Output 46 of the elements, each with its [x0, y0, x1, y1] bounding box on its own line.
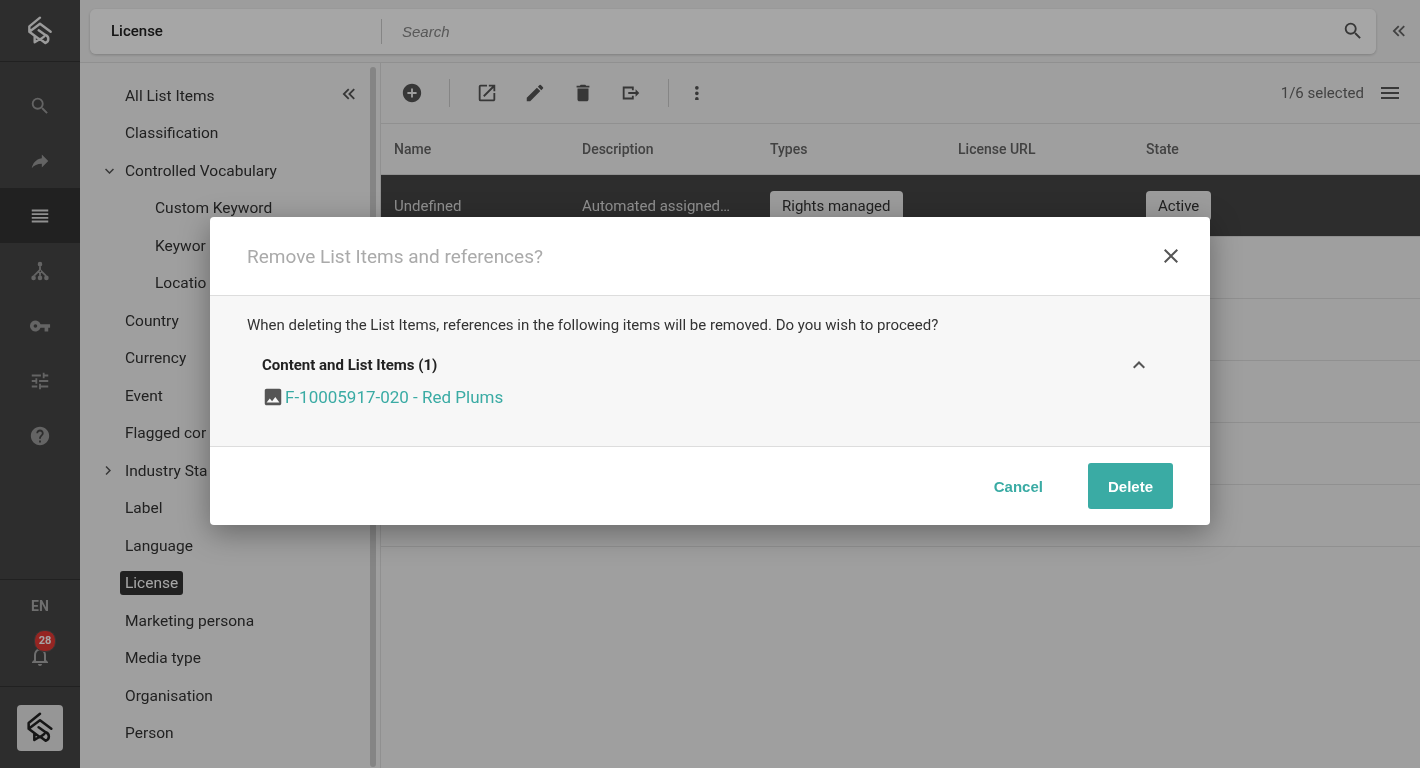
sidebar-item[interactable]: Person: [120, 721, 179, 746]
column-header[interactable]: Name: [394, 141, 582, 157]
edit-icon: [524, 82, 546, 104]
help-icon: [29, 424, 51, 447]
sidebar-item[interactable]: Flagged cor: [120, 421, 212, 446]
page-title: License: [90, 8, 381, 54]
rail-button[interactable]: [0, 188, 80, 243]
sidebar-item[interactable]: Custom Keyword: [150, 196, 278, 221]
sidebar-item[interactable]: Label: [120, 496, 168, 521]
dialog-message: When deleting the List Items, references in the following items will be removed. Do you wish to proceed?: [247, 316, 940, 334]
column-header[interactable]: Types: [770, 141, 958, 157]
section-title: Content and List Items (1): [262, 356, 439, 374]
sidebar-item[interactable]: Media type: [120, 646, 206, 671]
column-header[interactable]: License URL: [958, 141, 1146, 157]
dialog-title: Remove List Items and references?: [247, 244, 544, 268]
more-icon: [695, 85, 699, 101]
sidebar-item[interactable]: Classification: [120, 121, 224, 146]
sidebar-item[interactable]: Language: [120, 533, 198, 558]
table-cell-text: Automated assigned…: [582, 196, 732, 215]
sidebar-item[interactable]: Keywor: [150, 233, 211, 258]
add-icon: [401, 82, 423, 104]
table-cell-text: Undefined: [394, 196, 463, 215]
sidebar-item[interactable]: Marketing persona: [120, 608, 260, 633]
chevron-up-icon: [1133, 360, 1145, 370]
sidebar-item[interactable]: Industry Sta: [120, 458, 213, 483]
state-tag: Active: [1146, 190, 1212, 221]
column-header[interactable]: State: [1146, 141, 1420, 157]
image-icon: [262, 386, 284, 408]
sidebar-item[interactable]: License: [120, 571, 184, 596]
selection-count: 1/6 selected: [1280, 84, 1364, 102]
sidebar-item[interactable]: Locatio: [150, 271, 212, 296]
hierarchy-icon: [29, 259, 51, 282]
search-field[interactable]: Search: [382, 8, 1376, 54]
sidebar-item[interactable]: Controlled Vocabulary: [120, 158, 282, 183]
sidebar-item[interactable]: Event: [120, 383, 168, 408]
chevron-right-icon: [105, 466, 112, 476]
logo-icon[interactable]: [17, 705, 63, 751]
notification-badge: 28: [34, 630, 56, 652]
sidebar-item[interactable]: Country: [120, 308, 184, 333]
open-external-icon: [476, 82, 498, 104]
sidebar-item[interactable]: Currency: [120, 346, 192, 371]
column-header[interactable]: Description: [582, 141, 770, 157]
sidebar-item[interactable]: All List Items: [120, 83, 220, 108]
sidebar-item[interactable]: Organisation: [120, 683, 218, 708]
collapse-toggle[interactable]: [1133, 360, 1145, 370]
chevron-down-icon: [105, 167, 114, 174]
